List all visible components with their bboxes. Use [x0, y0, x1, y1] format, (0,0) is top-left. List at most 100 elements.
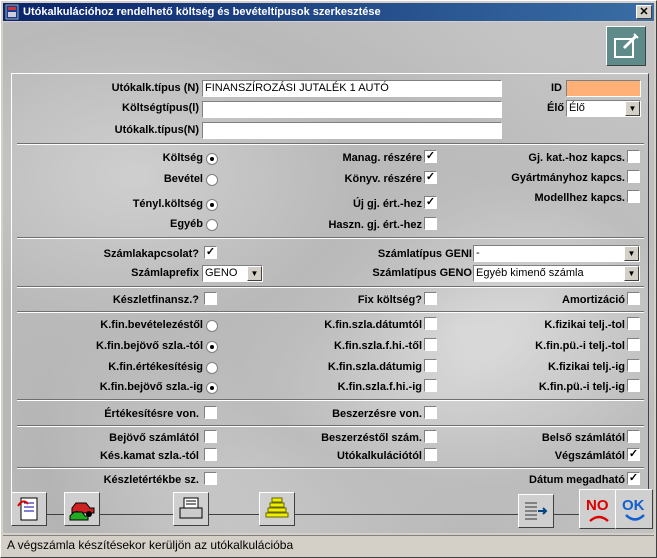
- title-bar[interactable]: Utókalkulációhoz rendelhető költség és b…: [3, 3, 654, 21]
- haszn-gj-checkbox[interactable]: [424, 217, 437, 230]
- elo-label: Élő: [547, 102, 565, 114]
- ok-button[interactable]: OK: [615, 489, 653, 529]
- egyeb-radio[interactable]: [206, 219, 218, 231]
- keszletfinansz-checkbox[interactable]: [204, 292, 217, 305]
- coins-button[interactable]: [259, 492, 295, 526]
- szamlatipus-geni-select[interactable]: - ▼: [473, 245, 640, 262]
- divider: [17, 467, 644, 469]
- manag-checkbox[interactable]: ✓: [424, 150, 437, 163]
- kfin-szla-datumtol-checkbox[interactable]: [424, 317, 437, 330]
- gyartmany-checkbox[interactable]: [627, 170, 640, 183]
- chevron-down-icon[interactable]: ▼: [624, 266, 639, 281]
- szamlaprefix-select[interactable]: GENO ▼: [202, 265, 263, 282]
- kfin-ertekesitesig-label: K.fin.értékesítésig: [108, 361, 203, 373]
- divider: [17, 286, 644, 288]
- vegszamlatol-checkbox[interactable]: ✓: [627, 448, 640, 461]
- cars-icon: [69, 502, 95, 521]
- kfin-szla-fhi-tol-checkbox[interactable]: [424, 338, 437, 351]
- edit-button[interactable]: [606, 26, 646, 66]
- szamlatipus-geno-label: Számlatípus GENO: [372, 267, 472, 279]
- divider: [17, 237, 644, 239]
- kfin-bejovo-tol-label: K.fin.bejövő szla.-tól: [96, 340, 203, 352]
- kfin-ertekesitesig-radio[interactable]: [206, 362, 218, 374]
- utokalkulaciotol-label: Utókalkulációtól: [337, 450, 422, 462]
- chevron-down-icon[interactable]: ▼: [624, 246, 639, 261]
- haszn-gj-label: Haszn. gj. ért.-hez: [328, 219, 422, 231]
- printer-icon: [179, 497, 203, 519]
- utokalk-tipus-n-field[interactable]: FINANSZÍROZÁSI JUTALÉK 1 AUTÓ: [202, 80, 502, 97]
- modell-checkbox[interactable]: [627, 190, 640, 203]
- ok-icon: OK: [622, 497, 645, 521]
- beszerzesre-checkbox[interactable]: [424, 406, 437, 419]
- kfiz-telj-ig-label: K.fizikai telj.-ig: [547, 361, 625, 373]
- window-title: Utókalkulációhoz rendelhető költség és b…: [23, 6, 381, 18]
- kfin-pu-telj-tol-label: K.fin.pü.-i telj.-tol: [535, 340, 625, 352]
- kfin-bejovo-ig-radio[interactable]: [206, 382, 218, 394]
- no-icon: NO: [586, 497, 609, 522]
- status-bar: A végszámla készítésekor kerüljön az utó…: [3, 535, 654, 555]
- tenyl-koltseg-radio[interactable]: [206, 199, 218, 211]
- szamlatipus-geno-select[interactable]: Egyéb kimenő számla ▼: [473, 265, 640, 282]
- amortizacio-label: Amortizáció: [562, 294, 625, 306]
- beszerzestol-checkbox[interactable]: [424, 430, 437, 443]
- tenyl-koltseg-label: Tényl.költség: [132, 198, 203, 210]
- close-button[interactable]: ✕: [636, 5, 652, 19]
- main-window: Utókalkulációhoz rendelhető költség és b…: [0, 0, 657, 558]
- print-button[interactable]: [173, 492, 209, 526]
- kfin-bejovo-ig-label: K.fin.bejövő szla.-ig: [99, 381, 203, 393]
- gj-kat-label: Gj. kat.-hoz kapcs.: [528, 152, 625, 164]
- kfin-bejovo-tol-radio[interactable]: [206, 341, 218, 353]
- konyv-checkbox[interactable]: ✓: [424, 171, 437, 184]
- belso-szamlatol-checkbox[interactable]: [627, 430, 640, 443]
- document-button[interactable]: [11, 492, 47, 526]
- chevron-down-icon[interactable]: ▼: [247, 266, 262, 281]
- kfiz-telj-tol-checkbox[interactable]: [627, 317, 640, 330]
- utokalk-tipus-n2-field[interactable]: [202, 122, 502, 139]
- gj-kat-checkbox[interactable]: [627, 150, 640, 163]
- kfin-bevetelezestol-radio[interactable]: [206, 320, 218, 332]
- bevetel-radio[interactable]: [206, 174, 218, 186]
- kfin-szla-fhi-ig-checkbox[interactable]: [424, 379, 437, 392]
- bejovo-szamlatol-label: Bejövő számlától: [109, 432, 199, 444]
- datum-megadhato-label: Dátum megadható: [529, 474, 625, 486]
- amortizacio-checkbox[interactable]: [627, 292, 640, 305]
- kfin-pu-telj-tol-checkbox[interactable]: [627, 338, 640, 351]
- kfin-szla-fhi-tol-label: K.fin.szla.f.hi.-től: [334, 340, 422, 352]
- szamlakapcsolat-checkbox[interactable]: ✓: [204, 246, 217, 259]
- keszletertekbe-label: Készletértékbe sz.: [103, 474, 199, 486]
- kes-kamat-label: Kés.kamat szla.-tól: [99, 450, 199, 462]
- gyartmany-label: Gyártmányhoz kapcs.: [511, 172, 625, 184]
- divider: [17, 311, 644, 313]
- ertekesitesre-checkbox[interactable]: [204, 406, 217, 419]
- datum-megadhato-checkbox[interactable]: ✓: [627, 472, 640, 485]
- kfin-szla-datumtol-label: K.fin.szla.dátumtól: [324, 319, 422, 331]
- bejovo-szamlatol-checkbox[interactable]: [204, 430, 217, 443]
- chevron-down-icon[interactable]: ▼: [625, 101, 640, 116]
- app-icon: [5, 4, 19, 20]
- id-field[interactable]: [566, 80, 641, 97]
- kes-kamat-checkbox[interactable]: [204, 448, 217, 461]
- kfin-szla-datumig-label: K.fin.szla.dátumig: [327, 361, 422, 373]
- kfiz-telj-ig-checkbox[interactable]: [627, 359, 640, 372]
- koltseg-radio[interactable]: [206, 153, 218, 165]
- beszerzesre-label: Beszerzésre von.: [332, 408, 422, 420]
- utokalk-tipus-n-label: Utókalk.típus (N): [111, 82, 199, 94]
- no-label: NO: [586, 497, 609, 514]
- elo-select[interactable]: Élő ▼: [566, 100, 641, 117]
- divider: [17, 399, 644, 401]
- cars-button[interactable]: [64, 492, 100, 526]
- list-export-button[interactable]: [518, 494, 554, 528]
- coins-icon: [265, 497, 289, 518]
- koltsegtipus-field[interactable]: [202, 101, 502, 118]
- kfin-pu-telj-ig-checkbox[interactable]: [627, 379, 640, 392]
- uj-gj-checkbox[interactable]: ✓: [424, 196, 437, 209]
- kfin-szla-datumig-checkbox[interactable]: [424, 359, 437, 372]
- no-button[interactable]: NO: [579, 489, 617, 529]
- ok-label: OK: [622, 497, 645, 514]
- keszletertekbe-checkbox[interactable]: [204, 472, 217, 485]
- fix-koltseg-checkbox[interactable]: [424, 292, 437, 305]
- client-area: Utókalk.típus (N) FINANSZÍROZÁSI JUTALÉK…: [3, 22, 654, 533]
- keszletfinansz-label: Készletfinansz.?: [112, 294, 199, 306]
- belso-szamlatol-label: Belső számlától: [541, 432, 625, 444]
- utokalkulaciotol-checkbox[interactable]: [424, 448, 437, 461]
